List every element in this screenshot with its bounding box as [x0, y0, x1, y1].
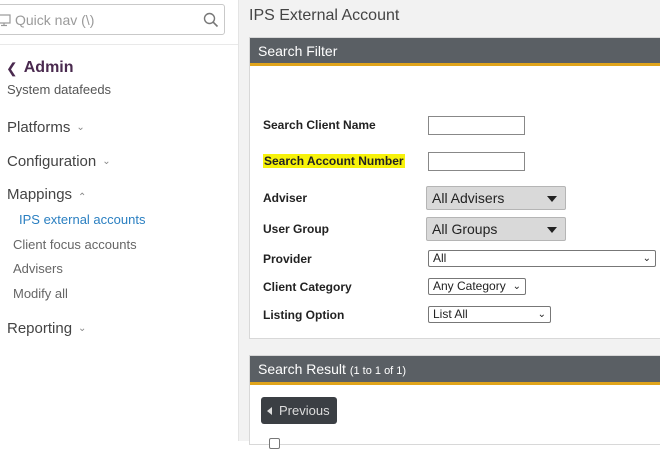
- search-result-heading: Search Result: [258, 361, 346, 377]
- main-content: IPS External Account Search Filter Searc…: [239, 0, 660, 449]
- client-category-label: Client Category: [263, 280, 352, 294]
- client-category-select[interactable]: Any Category ⌄: [428, 278, 526, 295]
- account-number-label: Search Account Number: [263, 154, 405, 168]
- quick-nav[interactable]: [0, 4, 225, 35]
- sidebar-section-reporting[interactable]: Reporting ⌄: [7, 320, 86, 337]
- sidebar-item-client-focus-accounts[interactable]: Client focus accounts: [13, 237, 137, 252]
- quick-nav-input[interactable]: [15, 8, 195, 31]
- caret-down-icon: [547, 227, 557, 233]
- account-number-input[interactable]: [428, 152, 525, 171]
- provider-select[interactable]: All ⌄: [428, 250, 656, 267]
- adviser-value: All Advisers: [432, 190, 505, 206]
- sidebar-section-platforms[interactable]: Platforms ⌄: [7, 119, 85, 136]
- chevron-down-icon: ⌄: [76, 122, 85, 133]
- page-title: IPS External Account: [249, 7, 400, 24]
- chevron-down-icon: ⌄: [537, 309, 546, 320]
- admin-label: Admin: [23, 59, 74, 76]
- client-name-input[interactable]: [428, 116, 525, 135]
- admin-back-link[interactable]: ❮ Admin: [6, 59, 74, 77]
- sidebar-section-mappings[interactable]: Mappings ⌃: [7, 186, 86, 203]
- chevron-down-icon: ⌄: [78, 323, 87, 334]
- listing-option-select[interactable]: List All ⌄: [428, 306, 551, 323]
- caret-down-icon: [547, 196, 557, 202]
- search-result-header: Search Result (1 to 1 of 1): [250, 356, 660, 385]
- caret-left-icon: [267, 406, 272, 415]
- search-filter-header: Search Filter: [250, 38, 660, 66]
- provider-value: All: [433, 251, 447, 265]
- result-count: (1 to 1 of 1): [349, 365, 407, 377]
- sidebar-section-configuration[interactable]: Configuration ⌄: [7, 153, 111, 170]
- search-result-panel: Search Result (1 to 1 of 1) Previous: [249, 355, 660, 449]
- previous-label: Previous: [279, 403, 330, 418]
- sidebar-item-modify-all[interactable]: Modify all: [13, 286, 68, 301]
- provider-label: Provider: [263, 252, 312, 266]
- sidebar-item-advisers[interactable]: Advisers: [13, 261, 63, 276]
- row-checkbox[interactable]: [269, 438, 280, 449]
- previous-button[interactable]: Previous: [261, 397, 337, 424]
- monitor-icon: [0, 14, 11, 27]
- sidebar-item-ips-external-accounts[interactable]: IPS external accounts: [19, 212, 145, 227]
- sidebar: ❮ Admin System datafeeds Platforms ⌄ Con…: [0, 0, 239, 441]
- listing-option-value: List All: [433, 307, 468, 321]
- user-group-dropdown[interactable]: All Groups: [426, 217, 566, 241]
- chevron-left-icon: ❮: [6, 59, 18, 76]
- adviser-label: Adviser: [263, 191, 308, 205]
- client-name-label: Search Client Name: [263, 118, 376, 132]
- search-icon[interactable]: [203, 12, 219, 28]
- section-label: Reporting: [7, 320, 73, 337]
- chevron-down-icon: ⌄: [642, 253, 651, 264]
- section-label: Mappings: [7, 186, 73, 203]
- sidebar-divider: [0, 44, 238, 45]
- section-label: Platforms: [7, 119, 71, 136]
- user-group-label: User Group: [263, 222, 330, 236]
- chevron-down-icon: ⌄: [102, 156, 111, 167]
- adviser-dropdown[interactable]: All Advisers: [426, 186, 566, 210]
- chevron-down-icon: ⌄: [512, 281, 521, 292]
- listing-option-label: Listing Option: [263, 308, 345, 322]
- user-group-value: All Groups: [432, 221, 498, 237]
- chevron-up-icon: ⌃: [78, 192, 87, 203]
- client-category-value: Any Category: [433, 279, 506, 293]
- sidebar-subtitle: System datafeeds: [7, 82, 112, 97]
- section-label: Configuration: [7, 153, 97, 170]
- search-filter-panel: Search Filter Search Client Name Search …: [249, 37, 660, 339]
